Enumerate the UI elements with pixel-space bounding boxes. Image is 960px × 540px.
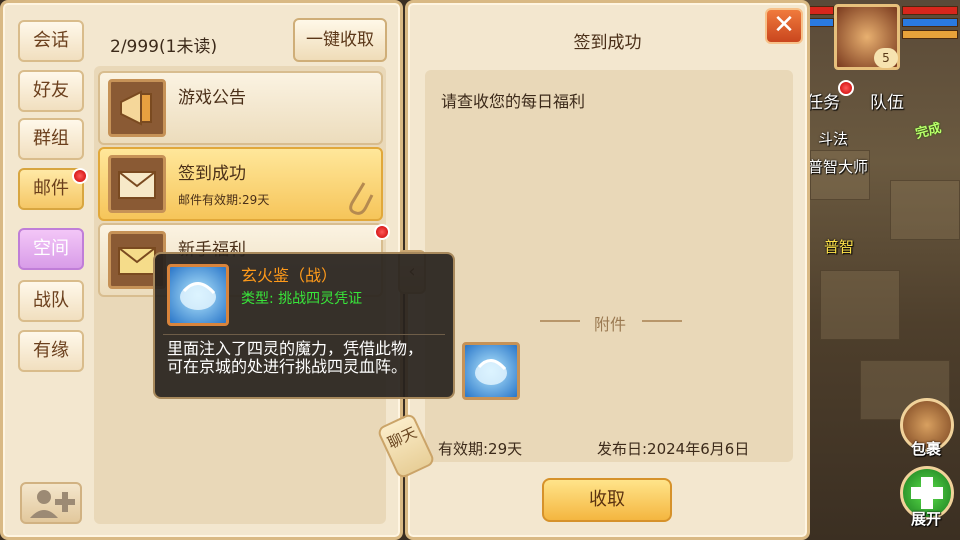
mail-unread-dot	[72, 168, 88, 184]
scene-tile	[890, 180, 960, 240]
paperclip-icon	[349, 182, 374, 215]
item-name: 玄火鉴（战）	[241, 266, 338, 285]
quest-button[interactable]: 任务	[806, 88, 840, 113]
envelope-open-icon	[108, 155, 166, 213]
mail-title: 签到成功	[178, 164, 246, 184]
tab-groups[interactable]: 群组	[18, 118, 84, 160]
mail-content-box	[425, 70, 793, 462]
mail-expiry: 邮件有效期:29天	[178, 193, 270, 207]
mp-bar-left	[808, 18, 834, 27]
player-level: 5	[874, 48, 898, 68]
npc-name: 普智大师	[808, 158, 869, 176]
npc2-name: 普智	[824, 238, 855, 256]
tab-fate[interactable]: 有缘	[18, 330, 84, 372]
mail-item-checkin[interactable]: 签到成功 邮件有效期:29天	[98, 147, 383, 221]
close-icon: ✕	[773, 10, 795, 40]
hp-bar-left	[808, 6, 834, 15]
collect-all-button[interactable]: 一键收取	[293, 18, 387, 62]
add-friend-button[interactable]	[20, 482, 82, 524]
publish-date: 发布日:2024年6月6日	[597, 440, 750, 458]
game-scene-background	[800, 0, 960, 540]
tab-friends[interactable]: 好友	[18, 70, 84, 112]
megaphone-icon	[108, 79, 166, 137]
mail-item-announcement[interactable]: 游戏公告	[98, 71, 383, 145]
collect-button[interactable]: 收取	[542, 478, 672, 522]
mail-unread-dot	[374, 224, 390, 240]
mp-bar	[902, 18, 958, 27]
item-icon	[167, 264, 229, 326]
tab-space[interactable]: 空间	[18, 228, 84, 270]
battle-text: 斗法	[818, 130, 849, 148]
mail-detail-title: 签到成功	[573, 33, 642, 53]
validity-text: 有效期:29天	[438, 440, 523, 458]
mail-title: 游戏公告	[178, 88, 246, 108]
divider	[163, 334, 445, 335]
hp-bar	[902, 6, 958, 15]
mail-body: 请查收您的每日福利	[441, 92, 586, 111]
quest-notification-dot	[838, 80, 854, 96]
item-type: 类型: 挑战四灵凭证	[241, 291, 363, 307]
close-button[interactable]: ✕	[765, 8, 803, 44]
team-button[interactable]: 队伍	[870, 88, 904, 113]
expand-label: 展开	[910, 510, 941, 528]
tab-team[interactable]: 战队	[18, 280, 84, 322]
add-friend-icon	[30, 490, 75, 518]
mail-count: 2/999(1未读)	[110, 37, 218, 57]
exp-bar	[902, 30, 958, 39]
scene-tile	[820, 270, 900, 340]
bag-label: 包裹	[910, 440, 941, 458]
attachment-label: 附件	[593, 315, 626, 334]
item-tooltip: 玄火鉴（战） 类型: 挑战四灵凭证 里面注入了四灵的魔力，凭借此物，可在京城的处…	[153, 252, 455, 399]
item-description: 里面注入了四灵的魔力，凭借此物，可在京城的处进行挑战四灵血阵。	[167, 339, 424, 376]
tab-chat[interactable]: 会话	[18, 20, 84, 62]
attachment-item-icon[interactable]	[462, 342, 520, 400]
